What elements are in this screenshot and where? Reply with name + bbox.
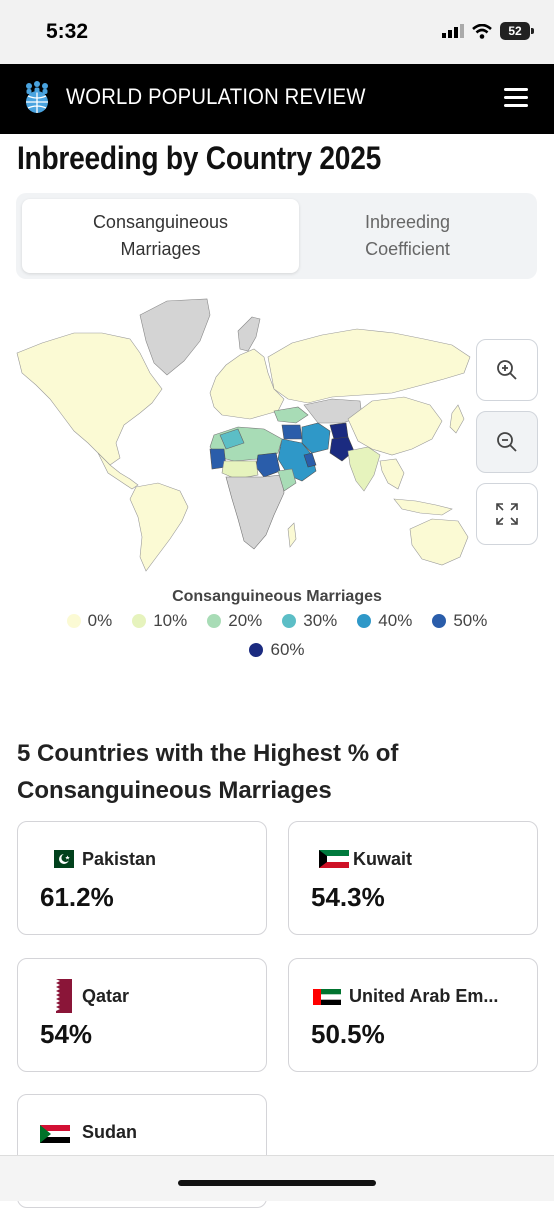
wifi-icon <box>472 23 492 39</box>
home-indicator[interactable] <box>178 1180 376 1186</box>
legend-swatch <box>66 614 81 628</box>
hamburger-icon[interactable] <box>504 88 528 108</box>
country-name: Kuwait <box>353 849 413 869</box>
zoom-in-icon <box>497 360 517 380</box>
world-map[interactable] <box>12 293 482 578</box>
legend-item: 0% <box>66 611 112 631</box>
map-region-south-america <box>129 482 189 572</box>
zoom-out-icon <box>497 432 517 452</box>
country-name: Sudan <box>82 1122 138 1142</box>
legend-item: 60% <box>249 640 305 660</box>
pakistan-flag <box>48 850 74 868</box>
battery-indicator: 52 <box>500 22 534 40</box>
map-region-japan <box>449 404 465 434</box>
legend-swatch <box>249 643 264 657</box>
map-legend-row: 0% 10% 20% 30% 40% 50% <box>0 611 554 631</box>
map-region-north-america <box>16 332 163 466</box>
zoom-out-button[interactable] <box>476 411 538 473</box>
map-legend-row: 60% <box>0 640 554 660</box>
map-region-central-africa <box>225 474 285 550</box>
legend-item: 40% <box>357 611 412 631</box>
legend-swatch <box>357 614 372 628</box>
map-region-indonesia <box>393 498 453 516</box>
signal-icon <box>442 24 464 38</box>
country-value: 61.2% <box>40 882 114 912</box>
map-region-sudan <box>255 452 281 478</box>
country-value: 54% <box>40 1019 93 1049</box>
fullscreen-icon <box>496 503 518 525</box>
map-region-russia <box>267 328 471 404</box>
country-name: Pakistan <box>82 849 157 869</box>
map-region-afghanistan <box>329 422 349 440</box>
legend-item: 20% <box>207 611 262 631</box>
map-region-sahel <box>221 460 259 480</box>
legend-swatch <box>432 614 447 628</box>
country-value: 50.5% <box>311 1019 385 1049</box>
kuwait-flag <box>319 850 349 868</box>
page-title: Inbreeding by Country 2025 <box>17 140 381 176</box>
legend-item: 30% <box>282 611 337 631</box>
sudan-flag <box>40 1125 70 1143</box>
legend-swatch <box>207 614 222 628</box>
country-card-qatar[interactable]: Qatar 54% <box>17 958 267 1072</box>
site-header: WORLD POPULATION REVIEW <box>0 64 554 134</box>
legend-swatch <box>282 614 297 628</box>
browser-bottom-bar <box>0 1155 554 1201</box>
map-region-madagascar <box>287 522 297 548</box>
brand-link[interactable]: WORLD POPULATION REVIEW <box>20 80 392 114</box>
zoom-in-button[interactable] <box>476 339 538 401</box>
map-region-australia <box>409 518 469 566</box>
status-time: 5:32 <box>46 20 89 43</box>
country-name: United Arab Em... <box>349 986 499 1006</box>
globe-people-icon <box>26 81 48 113</box>
qatar-flag <box>48 979 72 1013</box>
map-region-iraq-syria <box>281 424 303 440</box>
legend-item: 50% <box>432 611 487 631</box>
map-region-east-asia <box>347 396 443 456</box>
fullscreen-button[interactable] <box>476 483 538 545</box>
country-card-uae[interactable]: United Arab Em... 50.5% <box>288 958 538 1072</box>
country-card-pakistan[interactable]: Pakistan 61.2% <box>17 821 267 935</box>
map-region-india <box>347 446 381 492</box>
map-region-scandinavia-nodata <box>237 316 261 352</box>
top-countries-heading: 5 Countries with the Highest % of Consan… <box>17 740 399 804</box>
country-card-kuwait[interactable]: Kuwait 54.3% <box>288 821 538 935</box>
map-region-southeast-asia <box>379 458 405 490</box>
country-name: Qatar <box>82 986 130 1006</box>
tab-bar: Consanguineous Marriages Inbreeding Coef… <box>16 193 537 279</box>
tab-inbreeding-coefficient[interactable]: Inbreeding Coefficient <box>284 199 531 273</box>
legend-swatch <box>132 614 147 628</box>
tab-consanguineous-marriages[interactable]: Consanguineous Marriages <box>22 199 299 273</box>
country-value: 54.3% <box>311 882 385 912</box>
uae-flag <box>313 989 341 1005</box>
status-bar: 5:32 52 <box>0 0 554 64</box>
status-icons: 52 <box>442 22 534 40</box>
legend-item: 10% <box>132 611 187 631</box>
brand-name: WORLD POPULATION REVIEW <box>66 84 366 109</box>
map-region-greenland <box>139 298 211 376</box>
map-legend-title: Consanguineous Marriages <box>172 588 382 605</box>
